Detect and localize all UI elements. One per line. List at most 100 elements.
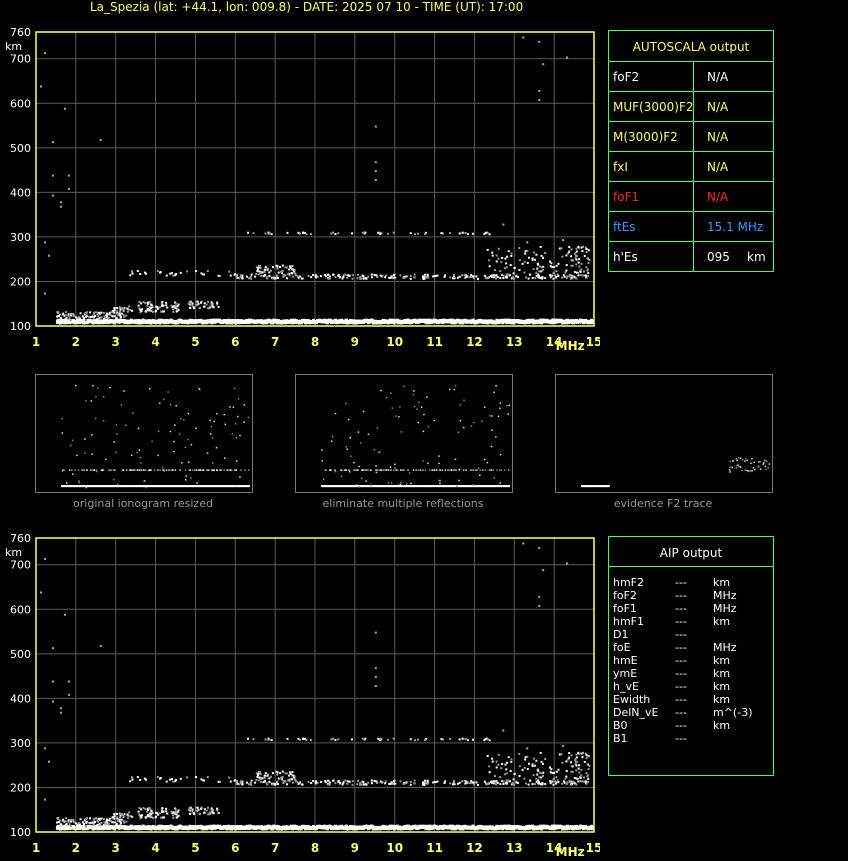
thumb-point (196, 469, 198, 471)
thumb-point (398, 416, 400, 418)
thumb-point (85, 486, 88, 489)
echo-point (544, 277, 547, 280)
echo-point (522, 542, 525, 545)
echo-point (293, 272, 296, 275)
echo-point (166, 306, 169, 309)
aip-unit: km (713, 693, 731, 706)
echo-point (277, 271, 280, 274)
echo-point (139, 778, 142, 781)
echo-point (526, 261, 529, 264)
echo-point (534, 783, 537, 786)
echo-point (43, 241, 46, 244)
thumb-point (385, 469, 388, 471)
echo-point (513, 773, 516, 776)
echo-point (361, 231, 364, 234)
echo-point (93, 825, 96, 828)
thumb-point (157, 430, 160, 433)
thumb-point (416, 408, 418, 410)
aip-row: foF2 --- MHz (613, 589, 769, 602)
echo-point (351, 783, 354, 786)
echo-point (257, 273, 260, 276)
echo-point (575, 783, 578, 786)
echo-point (348, 780, 351, 783)
y-axis-label: km (5, 40, 22, 53)
echo-point (472, 275, 475, 278)
echo-point (113, 315, 116, 318)
thumb-point (387, 481, 390, 484)
echo-point (179, 271, 182, 274)
thumb-point (115, 423, 118, 426)
thumb-point (757, 466, 759, 468)
echo-point (518, 752, 521, 755)
echo-point (170, 304, 173, 307)
echo-point (276, 265, 279, 268)
thumb-point (483, 458, 486, 461)
echo-point (129, 274, 132, 277)
echo-point (555, 270, 558, 273)
aip-row: DelN_vE --- m^(-3) (613, 706, 769, 719)
echo-point (126, 816, 129, 819)
thumb-point (125, 424, 127, 427)
echo-point (125, 314, 128, 317)
echo-point (310, 782, 313, 785)
thumb-point (472, 484, 475, 486)
aip-unit: km (713, 615, 731, 628)
thumb-point (735, 464, 738, 467)
thumb-point (764, 465, 767, 468)
echo-point (565, 269, 568, 272)
y-tick-label: 600 (10, 97, 31, 110)
echo-point (587, 755, 590, 758)
aip-row: h_vE --- km (613, 680, 769, 693)
echo-point (538, 40, 541, 43)
echo-point (535, 777, 538, 780)
thumb-point (220, 469, 223, 471)
echo-point (91, 821, 94, 824)
echo-point (497, 753, 500, 756)
thumb-point (439, 482, 441, 485)
echo-point (502, 783, 505, 786)
echo-point (507, 779, 510, 782)
echo-point (212, 306, 215, 309)
echo-point (67, 313, 70, 316)
echo-point (314, 781, 317, 784)
thumb-point (159, 469, 161, 471)
echo-point (255, 778, 258, 781)
echo-point (444, 780, 447, 783)
echo-point (388, 276, 391, 279)
echo-point (332, 737, 335, 740)
echo-point (489, 781, 492, 784)
echo-point (122, 314, 125, 317)
echo-point (162, 310, 165, 313)
echo-point (404, 782, 407, 785)
echo-point (549, 276, 552, 279)
thumb-point (72, 473, 74, 475)
aip-val: --- (675, 628, 687, 641)
echo-point (326, 273, 329, 276)
echo-point (172, 305, 175, 308)
thumb-point (61, 470, 64, 472)
echo-point (160, 310, 163, 313)
echo-point (96, 313, 99, 316)
echo-point (507, 756, 510, 759)
echo-point (85, 820, 88, 823)
echo-point (51, 680, 54, 683)
echo-point (276, 771, 279, 774)
aip-unit: MHz (713, 641, 737, 654)
echo-point (492, 782, 495, 785)
thumb-point (355, 469, 357, 471)
echo-point (144, 816, 147, 819)
echo-point (384, 782, 387, 785)
x-tick-label: 12 (466, 335, 483, 349)
echo-point (575, 247, 578, 250)
echo-point (284, 780, 287, 783)
thumb-point (433, 419, 436, 422)
echo-point (141, 308, 144, 311)
aip-param: foF2 (613, 589, 637, 602)
echo-point (456, 276, 459, 279)
echo-point (172, 780, 175, 783)
aip-row: hmF1 --- km (613, 615, 769, 628)
aip-row: D1 --- (613, 628, 769, 641)
echo-point (108, 316, 111, 319)
echo-point (43, 52, 46, 55)
echo-point (287, 779, 290, 782)
